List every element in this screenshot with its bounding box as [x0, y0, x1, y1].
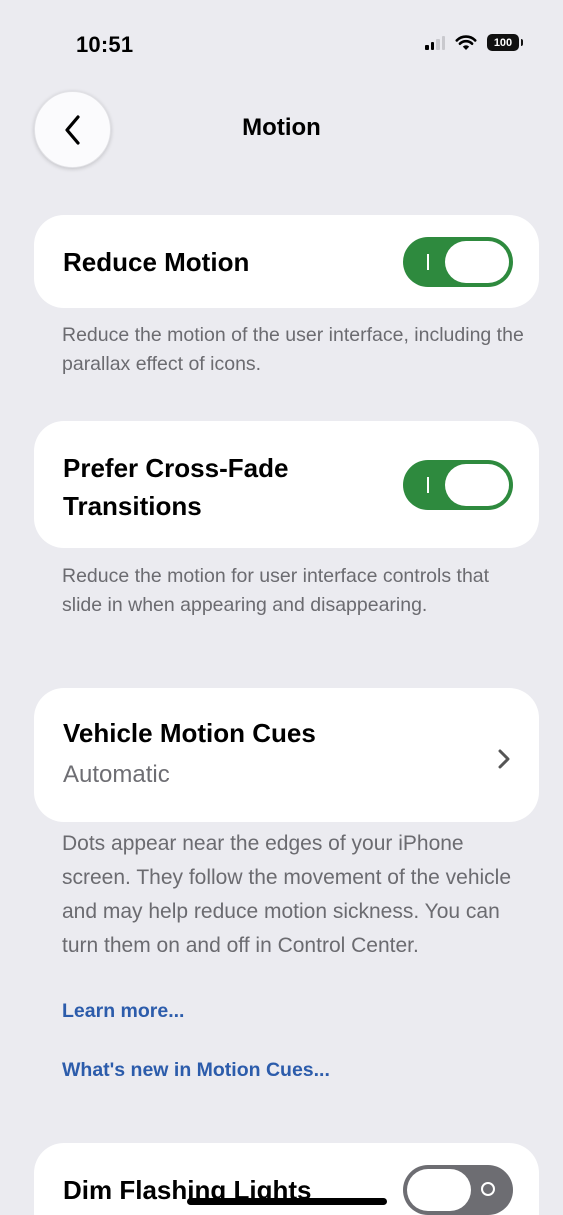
- whats-new-motion-cues-link[interactable]: What's new in Motion Cues...: [62, 1059, 330, 1082]
- cross-fade-label-line1: Prefer Cross-Fade: [63, 453, 289, 483]
- cross-fade-footer: Reduce the motion for user interface con…: [62, 565, 490, 616]
- cross-fade-row[interactable]: Prefer Cross-Fade Transitions: [34, 421, 539, 548]
- reduce-motion-label: Reduce Motion: [63, 247, 250, 277]
- vehicle-motion-cues-value: Automatic: [63, 761, 170, 788]
- vehicle-motion-cues-label: Vehicle Motion Cues: [63, 718, 316, 748]
- reduce-motion-toggle[interactable]: [403, 237, 513, 287]
- wifi-icon: [455, 34, 477, 51]
- battery-icon: 100: [487, 34, 523, 51]
- cross-fade-label-line2: Transitions: [63, 491, 202, 521]
- chevron-right-icon: [498, 749, 510, 769]
- status-icons: 100: [425, 34, 523, 51]
- learn-more-link[interactable]: Learn more...: [62, 1000, 184, 1023]
- home-indicator: [187, 1198, 387, 1205]
- cross-fade-toggle[interactable]: [403, 460, 513, 510]
- dim-flashing-lights-toggle[interactable]: [403, 1165, 513, 1215]
- reduce-motion-footer: Reduce the motion of the user interface,…: [62, 324, 524, 375]
- reduce-motion-row[interactable]: Reduce Motion: [34, 215, 539, 308]
- vehicle-motion-cues-footer: Dots appear near the edges of your iPhon…: [62, 832, 512, 957]
- cellular-signal-icon: [425, 35, 445, 50]
- status-time: 10:51: [76, 32, 134, 57]
- vehicle-motion-cues-row[interactable]: Vehicle Motion Cues Automatic: [34, 688, 539, 822]
- page-title: Motion: [242, 114, 321, 141]
- motion-settings-screen: 10:51 100 Motion Reduce Motion Reduce th…: [0, 0, 563, 1215]
